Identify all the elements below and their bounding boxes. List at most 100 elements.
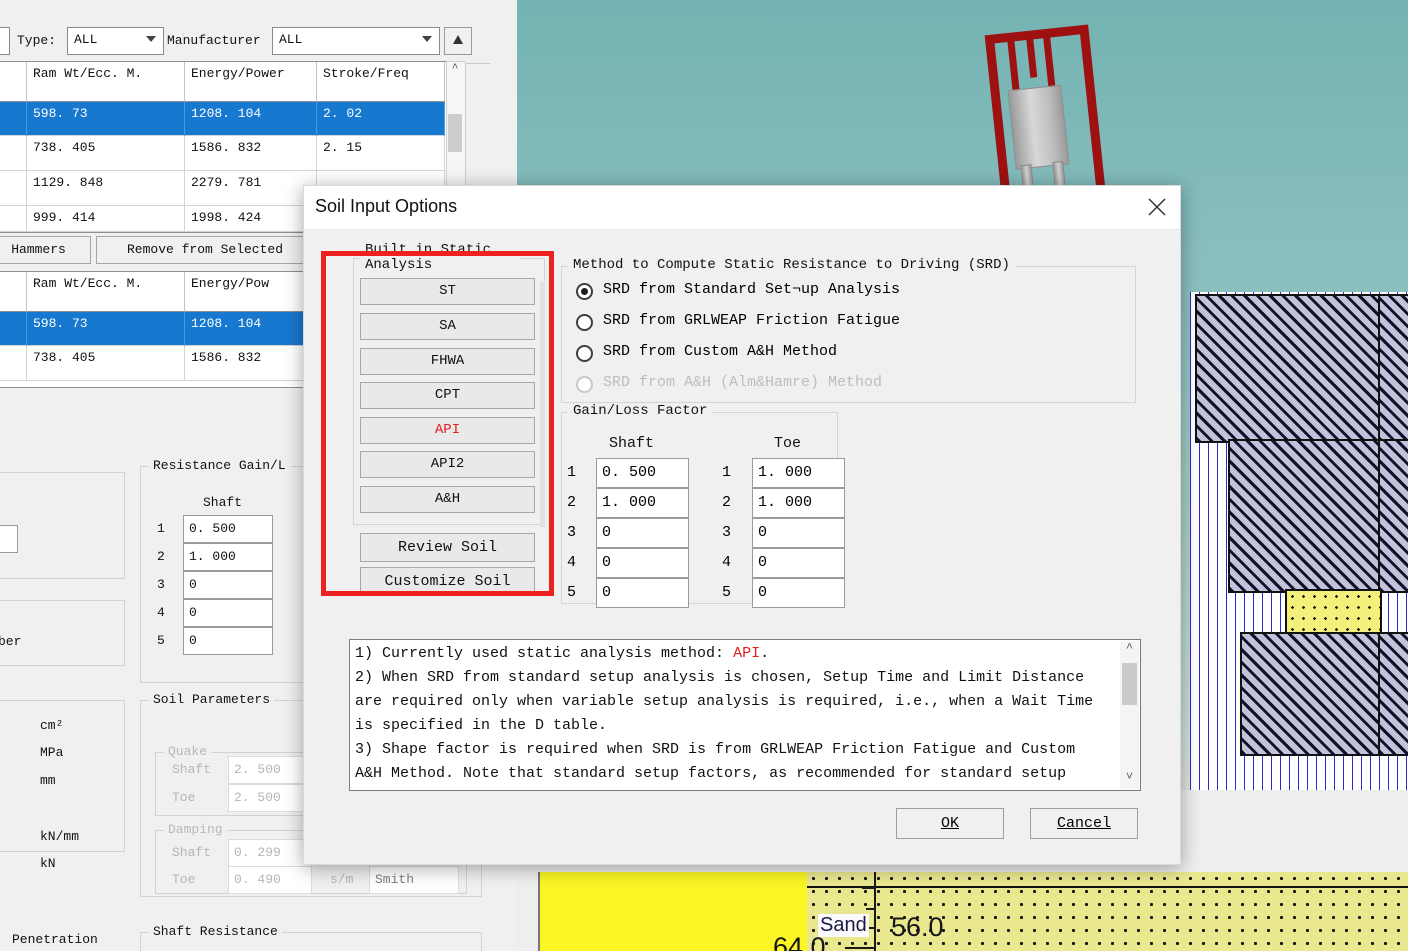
scroll-up-icon[interactable]: ^ (447, 63, 463, 78)
cell-index (0, 102, 27, 136)
type-select[interactable]: ALL (67, 27, 164, 55)
gain-loss-toe-input[interactable]: 0 (752, 548, 845, 578)
damping-title: Damping (164, 822, 227, 837)
type-label: Type: (17, 33, 57, 48)
note-line-1-suffix: . (760, 645, 770, 662)
cell-stroke: 2. 02 (317, 102, 445, 136)
profile-layer-divider (807, 886, 1408, 888)
up-arrow-icon (453, 35, 463, 44)
left-partial-label-penetration: Penetration (12, 932, 98, 947)
notes-memo[interactable]: 1) Currently used static analysis method… (349, 639, 1141, 791)
radio-label: SRD from Custom A&H Method (603, 343, 838, 360)
static-method-button-st[interactable]: ST (360, 278, 535, 305)
gain-loss-shaft-index: 1 (567, 464, 577, 481)
gain-loss-toe-input[interactable]: 0 (752, 578, 845, 608)
static-method-button-api2[interactable]: API2 (360, 451, 535, 478)
notes-scrollbar[interactable]: ^ ˅ (1120, 641, 1139, 789)
scrollbar-thumb[interactable] (1122, 663, 1137, 705)
left-edge-combo[interactable] (0, 27, 10, 55)
unit-mm: mm (40, 773, 56, 788)
cell-energy: 1208. 104 (185, 102, 317, 136)
hammers-button[interactable]: Hammers (0, 236, 91, 264)
resistance-shaft-input[interactable]: 0 (183, 599, 273, 627)
gain-loss-shaft-input[interactable]: 1. 000 (596, 488, 689, 518)
gain-loss-toe-input[interactable]: 1. 000 (752, 458, 845, 488)
damping-toe-input[interactable]: 0. 490 (228, 866, 312, 894)
resistance-row-index: 5 (157, 633, 165, 648)
scroll-up-icon[interactable]: ^ (1120, 641, 1139, 660)
gain-loss-toe-input[interactable]: 1. 000 (752, 488, 845, 518)
soil-input-options-dialog[interactable]: Soil Input Options Built in Static Analy… (303, 185, 1181, 865)
radio-indicator (576, 314, 593, 331)
cell-ram-weight: 598. 73 (27, 102, 185, 136)
note-line-1-prefix: 1) Currently used static analysis method… (355, 645, 734, 662)
soil-block-2 (1378, 294, 1408, 443)
scrollbar-thumb[interactable] (448, 114, 462, 152)
customize-soil-button[interactable]: Customize Soil (360, 567, 535, 596)
gain-loss-toe-header: Toe (774, 435, 802, 452)
damping-shaft-input[interactable]: 0. 299 (228, 839, 312, 867)
gain-loss-shaft-input[interactable]: 0 (596, 548, 689, 578)
gain-loss-shaft-input[interactable]: 0. 500 (596, 458, 689, 488)
gain-loss-shaft-input[interactable]: 0 (596, 578, 689, 608)
cancel-button[interactable]: Cancel (1030, 808, 1138, 839)
resistance-shaft-input[interactable]: 0. 500 (183, 515, 273, 543)
scroll-down-icon[interactable]: ˅ (1120, 770, 1139, 789)
static-method-button-cpt[interactable]: CPT (360, 382, 535, 409)
gain-loss-toe-index: 5 (722, 584, 732, 601)
cell-ram-weight: 1129. 848 (27, 171, 185, 206)
table-row[interactable]: 598. 73 1208. 104 2. 02 (0, 102, 445, 136)
static-method-button-ah[interactable]: A&H (360, 486, 535, 513)
gain-loss-shaft-input[interactable]: 0 (596, 518, 689, 548)
cell-energy: 1998. 424 (185, 206, 317, 232)
table-row[interactable]: 738. 405 1586. 832 2. 15 (0, 136, 445, 171)
soil-layer-name: Sand (818, 914, 869, 937)
soil-block-1 (1195, 294, 1382, 443)
dialog-title: Soil Input Options (315, 196, 458, 216)
damping-unit-label: s/m (330, 872, 354, 887)
static-method-button-fhwa[interactable]: FHWA (360, 348, 535, 375)
manufacturer-select[interactable]: ALL (272, 27, 440, 55)
review-soil-button[interactable]: Review Soil (360, 533, 535, 562)
gain-loss-toe-index: 2 (722, 494, 732, 511)
resistance-shaft-input[interactable]: 1. 000 (183, 543, 273, 571)
ok-button[interactable]: OK (896, 808, 1004, 839)
damping-model-input[interactable]: Smith (369, 866, 459, 894)
quake-toe-label: Toe (172, 790, 196, 805)
quake-toe-input[interactable]: 2. 500 (228, 784, 312, 812)
soil-block-4 (1378, 439, 1408, 593)
static-method-button-api[interactable]: API (360, 417, 535, 444)
gain-loss-toe-index: 1 (722, 464, 732, 481)
gain-loss-toe-index: 3 (722, 524, 732, 541)
gain-loss-shaft-index: 2 (567, 494, 577, 511)
resistance-shaft-input[interactable]: 0 (183, 627, 273, 655)
cell-ram-weight: 738. 405 (27, 346, 185, 381)
static-analysis-scroll-hint[interactable] (540, 282, 545, 527)
cell-index (0, 206, 27, 232)
cell-ram-weight: 598. 73 (27, 312, 185, 346)
note-line-1: 1) Currently used static analysis method… (355, 644, 769, 664)
move-up-button[interactable] (444, 27, 472, 55)
shaft-resistance-group: Shaft Resistance (140, 924, 482, 951)
resistance-shaft-input[interactable]: 0 (183, 571, 273, 599)
resistance-row-index: 2 (157, 549, 165, 564)
unit-mpa: MPa (40, 745, 64, 760)
dialog-title-bar: Soil Input Options (304, 186, 1180, 230)
remove-from-selected-button[interactable]: Remove from Selected (96, 236, 314, 264)
left-input-a[interactable] (0, 525, 18, 553)
damping-toe-label: Toe (172, 872, 196, 887)
ok-button-label: OK (940, 815, 959, 832)
shaft-resistance-title: Shaft Resistance (149, 924, 282, 939)
table-header-cell: Stroke/Freq (317, 62, 445, 102)
cancel-button-label: Cancel (1056, 815, 1111, 832)
note-line-6: A&H Method. Note that standard setup fac… (355, 765, 1067, 782)
quake-shaft-label: Shaft (172, 762, 212, 777)
depth-value-right: 56.0 (891, 912, 944, 942)
close-button[interactable] (1134, 186, 1180, 229)
radio-label: SRD from Standard Set¬up Analysis (603, 281, 901, 298)
gain-loss-shaft-header: Shaft (609, 435, 655, 452)
quake-title: Quake (164, 744, 212, 759)
static-method-button-sa[interactable]: SA (360, 313, 535, 340)
gain-loss-toe-input[interactable]: 0 (752, 518, 845, 548)
quake-shaft-input[interactable]: 2. 500 (228, 756, 312, 784)
